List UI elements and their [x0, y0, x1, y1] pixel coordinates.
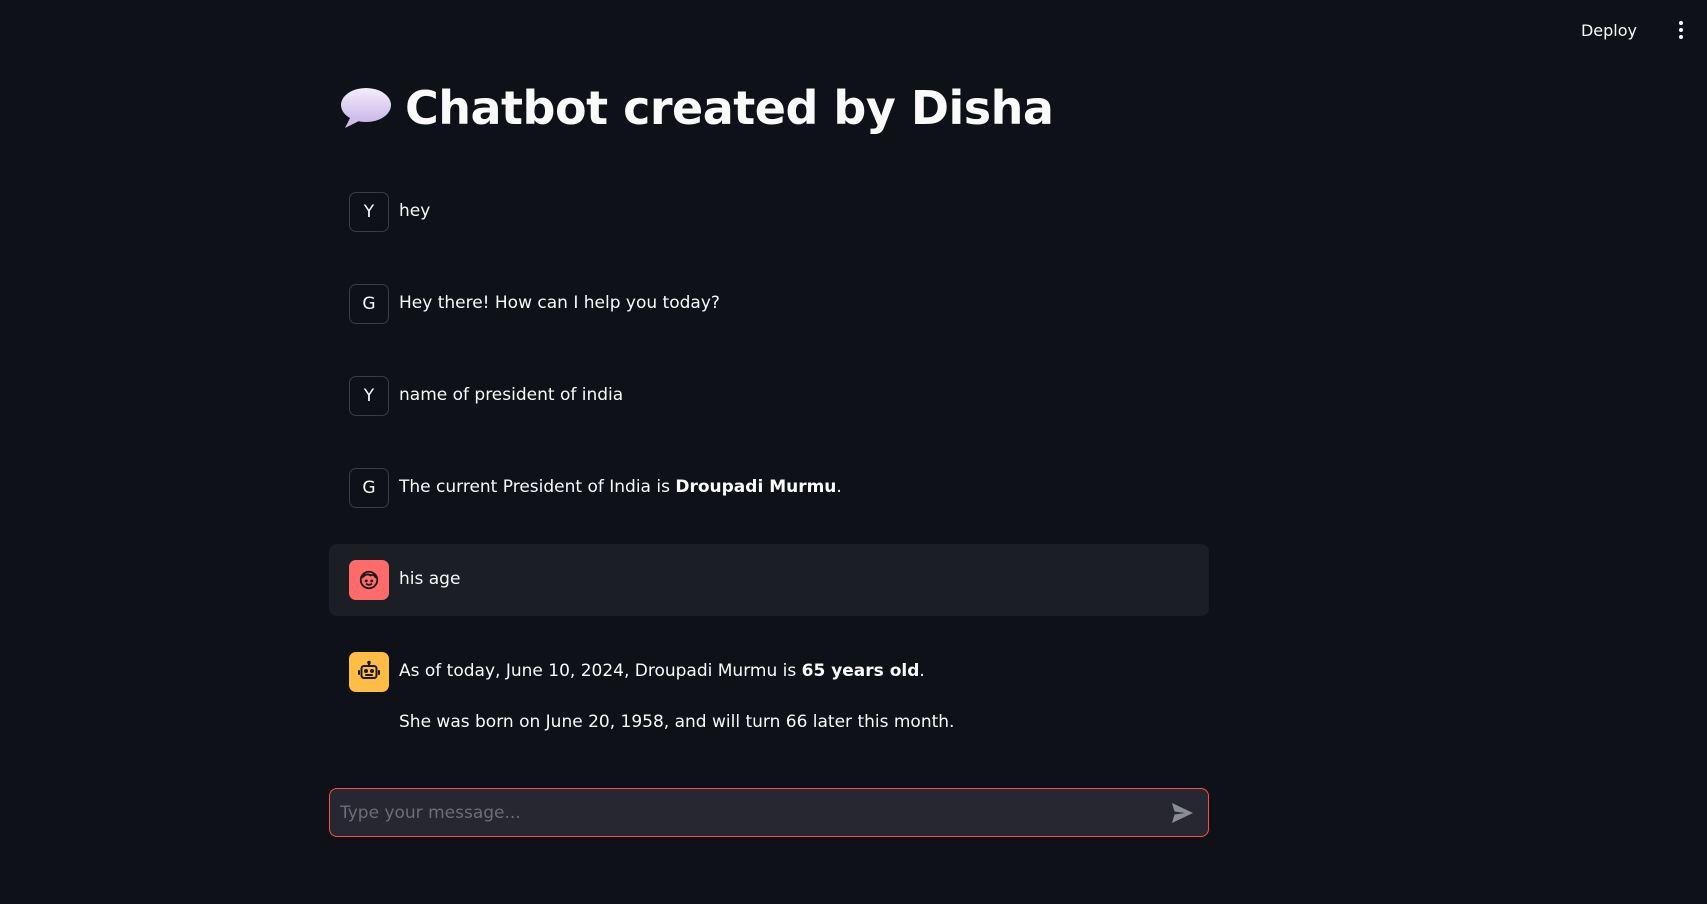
message-line: She was born on June 20, 1958, and will … [399, 712, 955, 733]
chat-message: Y hey [329, 176, 1209, 248]
chat-input-box [329, 788, 1209, 837]
message-line: Hey there! How can I help you today? [399, 293, 720, 313]
robot-icon [349, 652, 389, 692]
user-avatar: Y [349, 376, 389, 416]
send-icon[interactable] [1162, 793, 1202, 833]
main-menu-icon[interactable] [1669, 14, 1693, 46]
user-avatar: Y [349, 192, 389, 232]
bold-text: 65 years old [801, 661, 920, 681]
app-page: Deploy Chatbot created by Disha Y hey G … [0, 0, 1707, 904]
text-segment: . [836, 477, 842, 497]
assistant-avatar: G [349, 284, 389, 324]
chat-message: his age [329, 544, 1209, 616]
chat-message: Y name of president of india [329, 360, 1209, 432]
message-line: The current President of India is Droupa… [399, 477, 842, 498]
page-title: Chatbot created by Disha [405, 81, 1054, 135]
message-line: his age [399, 569, 461, 589]
text-segment: As of today, June 10, 2024, Droupadi Mur… [399, 661, 802, 681]
message-text: his age [399, 560, 460, 590]
chat-message-input[interactable] [330, 802, 1162, 823]
text-segment: The current President of India is [399, 477, 676, 497]
assistant-avatar: G [349, 468, 389, 508]
message-text: name of president of india [399, 376, 623, 406]
message-text: Hey there! How can I help you today? [399, 284, 720, 314]
chat-message: G The current President of India is Drou… [329, 452, 1209, 524]
top-toolbar: Deploy [1571, 0, 1707, 60]
bold-text: Droupadi Murmu [675, 477, 837, 497]
message-text: As of today, June 10, 2024, Droupadi Mur… [399, 652, 954, 734]
message-line: As of today, June 10, 2024, Droupadi Mur… [399, 661, 954, 682]
message-line: name of president of india [399, 385, 624, 405]
message-text: The current President of India is Droupa… [399, 468, 842, 498]
text-segment: . [919, 661, 925, 681]
page-header: Chatbot created by Disha [339, 70, 1209, 146]
chat-message: G Hey there! How can I help you today? [329, 268, 1209, 340]
chat-message: As of today, June 10, 2024, Droupadi Mur… [329, 636, 1209, 750]
message-line: hey [399, 201, 431, 221]
chat-message-list: Y hey G Hey there! How can I help you to… [329, 176, 1209, 770]
message-text: hey [399, 192, 430, 222]
user-face-icon [349, 560, 389, 600]
speech-balloon-icon [341, 88, 391, 128]
main-content: Chatbot created by Disha Y hey G Hey the… [329, 70, 1209, 770]
deploy-button[interactable]: Deploy [1571, 13, 1647, 48]
